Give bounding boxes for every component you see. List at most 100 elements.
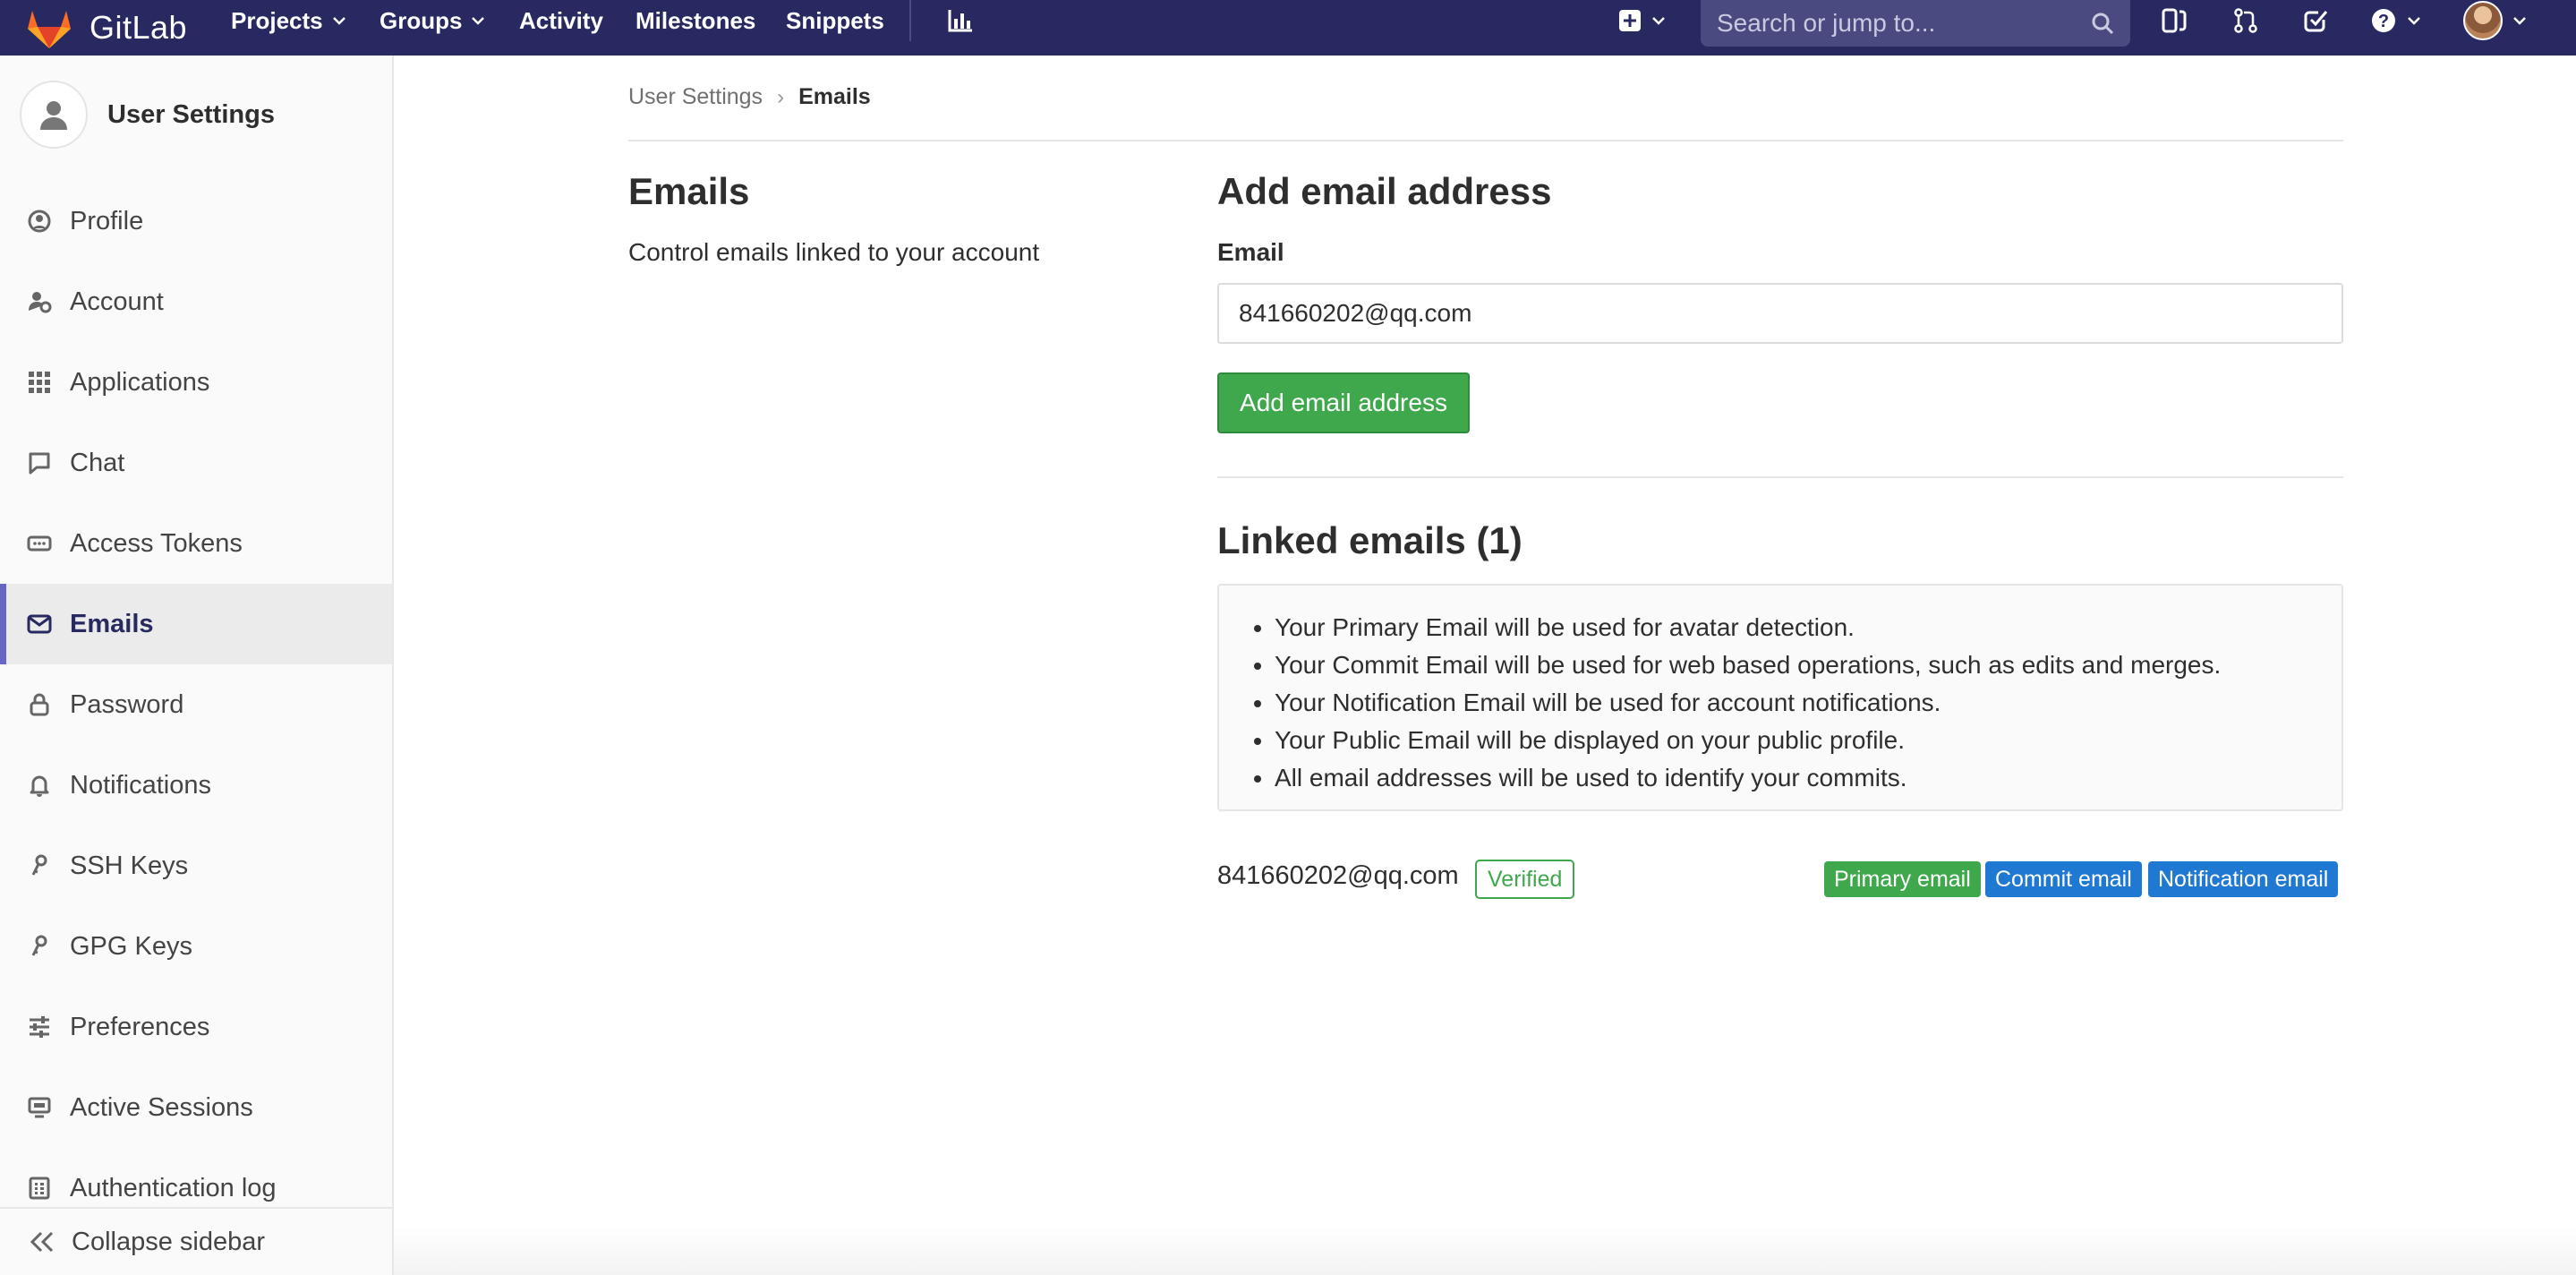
nav-projects[interactable]: Projects xyxy=(231,0,346,41)
list-item: Your Primary Email will be used for avat… xyxy=(1275,609,2341,646)
sidebar-item-password[interactable]: Password xyxy=(0,664,392,745)
linked-email-address: 841660202@qq.com xyxy=(1217,861,1459,890)
sidebar-item-label: Chat xyxy=(70,448,125,477)
chevron-down-icon xyxy=(2408,17,2420,25)
brand-name: GitLab xyxy=(90,9,188,46)
add-email-heading: Add email address xyxy=(1217,170,1552,212)
sidebar-item-applications[interactable]: Applications xyxy=(0,342,392,423)
breadcrumb: User Settings › Emails xyxy=(628,84,871,110)
sidebar-item-preferences[interactable]: Preferences xyxy=(0,987,392,1067)
log-icon xyxy=(29,1177,50,1200)
merge-request-icon xyxy=(2234,8,2257,33)
todo-icon xyxy=(2304,11,2328,32)
nav-milestones[interactable]: Milestones xyxy=(635,0,755,41)
nav-activity[interactable]: Activity xyxy=(519,0,603,41)
sidebar-item-access-tokens[interactable]: Access Tokens xyxy=(0,503,392,584)
gitlab-logo-icon xyxy=(28,11,71,48)
issues-link[interactable] xyxy=(2161,0,2188,41)
sliders-icon xyxy=(30,1016,49,1038)
breadcrumb-separator: › xyxy=(777,84,785,109)
nav-snippets-label: Snippets xyxy=(786,6,884,34)
chevron-down-icon xyxy=(472,17,485,25)
search-icon[interactable] xyxy=(2091,12,2114,35)
nav-groups-label: Groups xyxy=(380,6,463,34)
nav-snippets[interactable]: Snippets xyxy=(786,0,884,41)
user-menu[interactable] xyxy=(2463,0,2528,41)
monitor-icon xyxy=(28,1097,51,1118)
sidebar-item-label: Authentication log xyxy=(70,1173,277,1202)
analytics-link[interactable] xyxy=(947,0,974,41)
commit-email-badge: Commit email xyxy=(1985,861,2142,897)
double-chevron-left-icon xyxy=(30,1231,54,1253)
collapse-sidebar-label: Collapse sidebar xyxy=(72,1227,266,1256)
account-icon xyxy=(29,292,52,313)
gitlab-home-link[interactable]: GitLab xyxy=(25,0,187,56)
list-item: All email addresses will be used to iden… xyxy=(1275,759,2341,797)
plus-square-icon xyxy=(1619,10,1641,31)
issues-icon xyxy=(2162,8,2187,33)
chat-icon xyxy=(29,452,50,475)
sidebar-item-label: Profile xyxy=(70,206,144,235)
token-icon xyxy=(27,535,52,552)
nav-groups[interactable]: Groups xyxy=(380,0,485,41)
email-info-list: Your Primary Email will be used for avat… xyxy=(1275,609,2341,797)
sidebar-item-active-sessions[interactable]: Active Sessions xyxy=(0,1067,392,1148)
sidebar-avatar xyxy=(20,81,88,149)
user-icon xyxy=(40,101,67,130)
sidebar-item-label: Password xyxy=(70,689,184,719)
breadcrumb-divider xyxy=(628,140,2343,141)
email-info-box: Your Primary Email will be used for avat… xyxy=(1217,584,2343,811)
list-item: Your Commit Email will be used for web b… xyxy=(1275,646,2341,684)
sidebar-item-label: GPG Keys xyxy=(70,931,192,961)
breadcrumb-current[interactable]: Emails xyxy=(798,84,871,110)
sidebar-item-chat[interactable]: Chat xyxy=(0,423,392,503)
chevron-down-icon xyxy=(2513,17,2526,25)
sidebar-item-label: Emails xyxy=(70,609,154,638)
section-description: Control emails linked to your account xyxy=(628,238,1040,266)
list-item: Your Public Email will be displayed on y… xyxy=(1275,722,2341,759)
sidebar-header[interactable]: User Settings xyxy=(20,81,275,149)
search-box[interactable] xyxy=(1701,0,2130,47)
sidebar-item-label: Active Sessions xyxy=(70,1092,253,1122)
sidebar-item-label: Account xyxy=(70,287,164,316)
verified-badge: Verified xyxy=(1475,860,1575,899)
merge-requests-link[interactable] xyxy=(2232,0,2259,41)
applications-icon xyxy=(29,372,50,393)
email-field-label: Email xyxy=(1217,238,1284,266)
search-input[interactable] xyxy=(1717,9,2091,38)
list-item: Your Notification Email will be used for… xyxy=(1275,684,2341,722)
nav-divider xyxy=(909,0,911,41)
sidebar-item-notifications[interactable]: Notifications xyxy=(0,745,392,826)
section-title: Emails xyxy=(628,170,750,212)
sidebar-item-label: Notifications xyxy=(70,770,211,800)
nav-activity-label: Activity xyxy=(519,6,603,34)
profile-icon xyxy=(28,210,51,233)
sidebar-item-emails[interactable]: Emails xyxy=(0,584,392,664)
user-avatar xyxy=(2463,1,2503,40)
breadcrumb-parent-link[interactable]: User Settings xyxy=(628,84,763,110)
sidebar-title: User Settings xyxy=(107,99,275,129)
new-dropdown[interactable] xyxy=(1618,0,1667,41)
sidebar-item-label: Access Tokens xyxy=(70,528,243,558)
key-icon xyxy=(31,935,47,956)
sidebar-item-account[interactable]: Account xyxy=(0,261,392,342)
page-bottom-shadow xyxy=(394,1227,2576,1275)
bell-icon xyxy=(30,775,49,797)
help-icon: ? xyxy=(2372,9,2395,32)
help-dropdown[interactable]: ? xyxy=(2370,0,2422,41)
collapse-sidebar-button[interactable]: Collapse sidebar xyxy=(0,1207,392,1275)
sidebar-item-label: Applications xyxy=(70,367,210,397)
chevron-down-icon xyxy=(332,17,345,25)
notification-email-badge: Notification email xyxy=(2148,861,2339,897)
sidebar-item-gpg-keys[interactable]: GPG Keys xyxy=(0,906,392,987)
lock-icon xyxy=(30,693,49,716)
sidebar-item-profile[interactable]: Profile xyxy=(0,181,392,261)
primary-email-badge: Primary email xyxy=(1824,861,1981,897)
sidebar-item-ssh-keys[interactable]: SSH Keys xyxy=(0,826,392,906)
add-email-button[interactable]: Add email address xyxy=(1217,372,1470,433)
chevron-down-icon xyxy=(1652,17,1665,25)
settings-sidebar: User Settings Profile Account Applicatio… xyxy=(0,56,394,1275)
email-field[interactable] xyxy=(1217,283,2343,344)
nav-projects-label: Projects xyxy=(231,6,323,34)
todos-link[interactable] xyxy=(2302,0,2329,41)
